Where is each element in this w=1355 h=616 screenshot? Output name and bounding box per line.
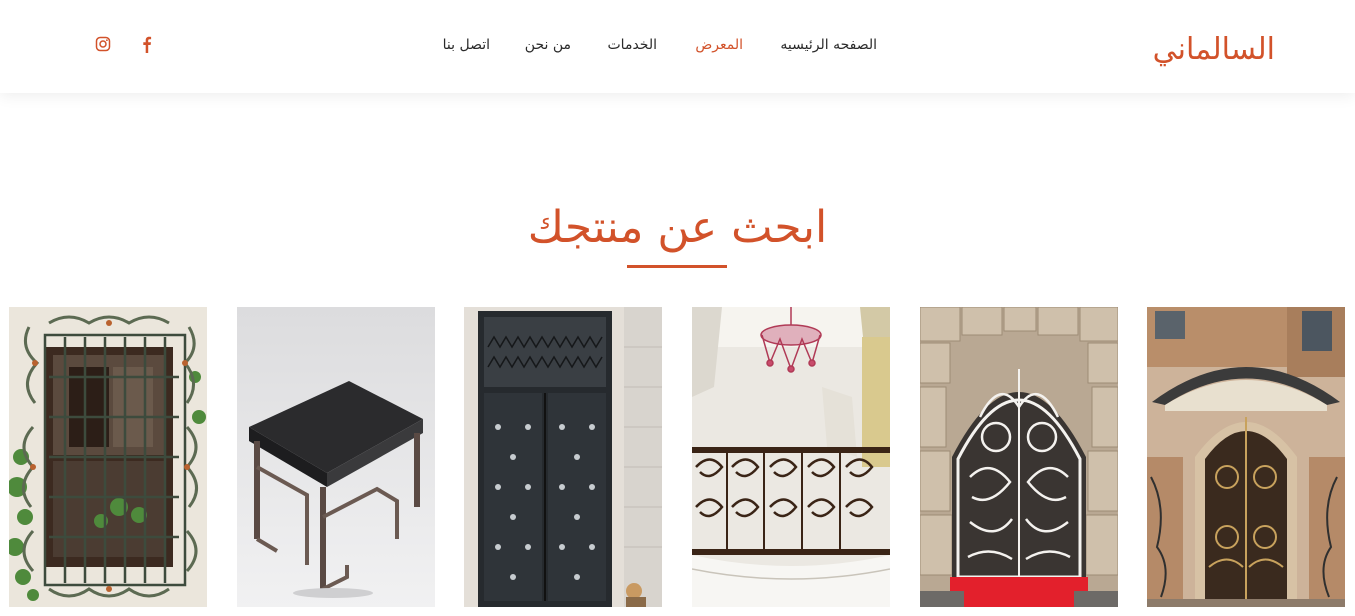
nav-item-contact[interactable]: اتصل بنا bbox=[443, 34, 490, 56]
gallery-item-balcony-railing[interactable] bbox=[692, 307, 890, 607]
nav-item-gallery[interactable]: المعرض bbox=[695, 34, 743, 56]
instagram-icon[interactable] bbox=[94, 34, 112, 54]
nav-item-home[interactable]: الصفحه الرئيسيه bbox=[780, 34, 877, 56]
white-gate-image bbox=[920, 307, 1118, 607]
gallery-item-black-door[interactable] bbox=[464, 307, 662, 607]
arched-door-image bbox=[1147, 307, 1345, 607]
gallery-item-arched-door[interactable] bbox=[1147, 307, 1345, 607]
nav-item-services[interactable]: الخدمات bbox=[608, 34, 658, 56]
facebook-icon[interactable] bbox=[138, 34, 156, 54]
title-underline bbox=[627, 265, 727, 268]
site-header: السالماني الصفحه الرئيسيه المعرض الخدمات… bbox=[0, 0, 1355, 93]
gallery-item-white-gate[interactable] bbox=[920, 307, 1118, 607]
product-gallery bbox=[0, 307, 1355, 616]
balcony-railing-image bbox=[692, 307, 890, 607]
main-nav: الصفحه الرئيسيه المعرض الخدمات من نحن ات… bbox=[0, 34, 1355, 56]
gallery-item-window-grill[interactable] bbox=[9, 307, 207, 607]
gallery-item-side-table[interactable] bbox=[237, 307, 435, 607]
nav-item-about[interactable]: من نحن bbox=[525, 34, 571, 56]
section-title: ابحث عن منتجك bbox=[527, 202, 828, 253]
side-table-image bbox=[237, 307, 435, 607]
window-grill-image bbox=[9, 307, 207, 607]
black-door-image bbox=[464, 307, 662, 607]
